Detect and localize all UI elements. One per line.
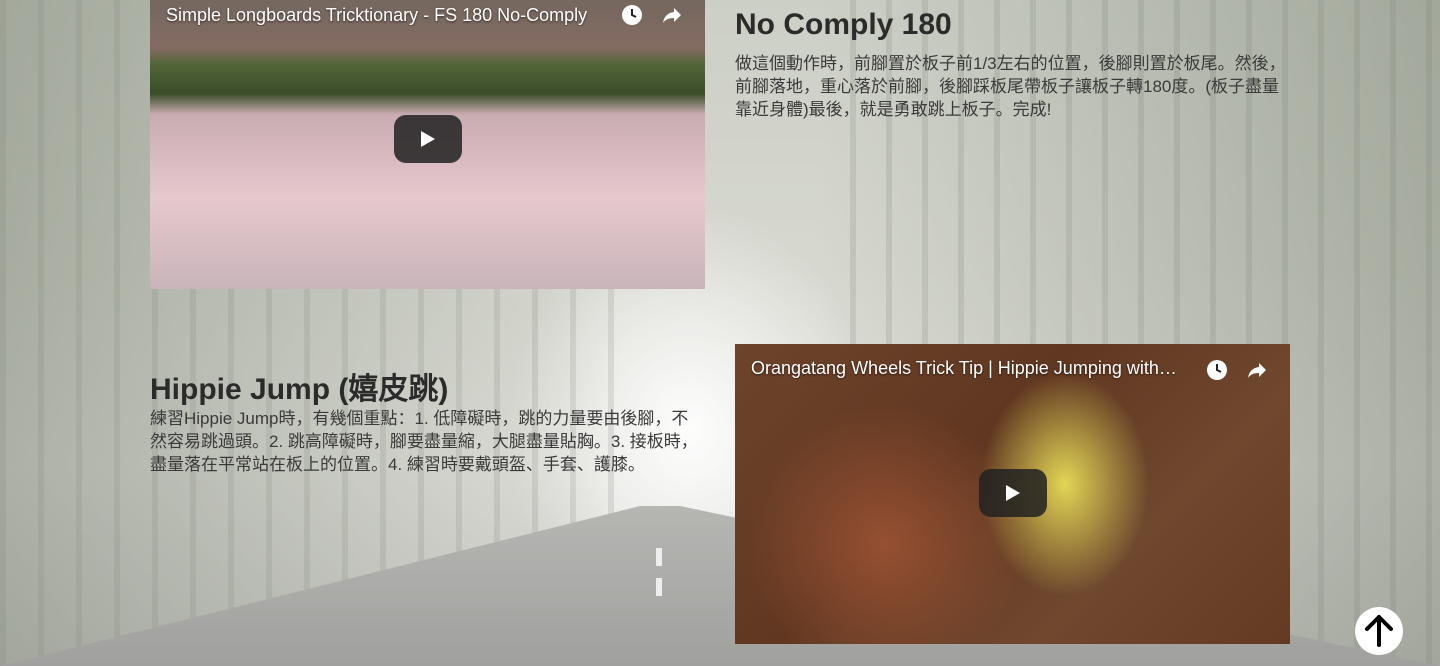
section-title-no-comply: No Comply 180 bbox=[735, 8, 952, 41]
play-icon bbox=[1006, 485, 1020, 501]
play-button[interactable] bbox=[394, 115, 462, 163]
section-title-hippie-jump: Hippie Jump (嬉皮跳) bbox=[150, 373, 449, 406]
share-icon[interactable] bbox=[1245, 358, 1269, 382]
section-text-hippie-jump: 練習Hippie Jump時，有幾個重點：1. 低障礙時，跳的力量要由後腳，不然… bbox=[150, 409, 698, 474]
clock-icon[interactable] bbox=[1205, 358, 1229, 382]
section-text-no-comply: 做這個動作時，前腳置於板子前1/3左右的位置，後腳則置於板尾。然後，前腳落地，重… bbox=[735, 54, 1286, 119]
video-title[interactable]: Orangatang Wheels Trick Tip | Hippie Jum… bbox=[751, 357, 1180, 379]
clock-icon[interactable] bbox=[620, 3, 644, 27]
play-icon bbox=[421, 131, 435, 147]
arrow-up-icon bbox=[1365, 615, 1393, 647]
video-title[interactable]: Simple Longboards Tricktionary - FS 180 … bbox=[166, 4, 595, 26]
share-icon[interactable] bbox=[660, 3, 684, 27]
video-player-hippie-jump[interactable]: Orangatang Wheels Trick Tip | Hippie Jum… bbox=[735, 344, 1290, 644]
video-player-no-comply[interactable]: Simple Longboards Tricktionary - FS 180 … bbox=[150, 0, 705, 289]
scroll-to-top-button[interactable] bbox=[1355, 607, 1403, 655]
play-button[interactable] bbox=[979, 469, 1047, 517]
